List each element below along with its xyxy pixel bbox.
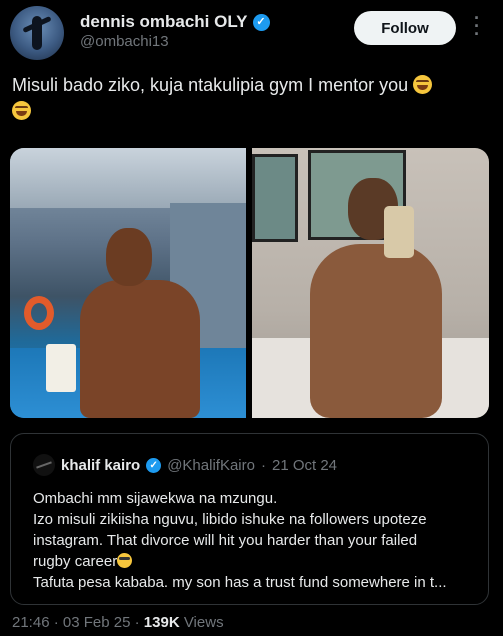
grinning-sweat-emoji-icon: [413, 75, 433, 94]
quoted-line: Izo misuli zikiisha nguvu, libido ishuke…: [33, 511, 427, 528]
photo-person-torso: [80, 280, 200, 418]
quoted-author-name: khalif kairo: [61, 456, 141, 474]
quoted-tweet-date: 21 Oct 24: [271, 456, 338, 474]
photo-roof: [10, 148, 246, 208]
post-time[interactable]: 21:46: [12, 614, 50, 631]
follow-button[interactable]: Follow: [354, 11, 456, 45]
author-display-name[interactable]: dennis ombachi OLY: [80, 12, 248, 32]
more-options-icon[interactable]: · · ·: [470, 9, 484, 43]
quoted-tweet-body: Ombachi mm sijawekwa na mzungu. Izo misu…: [33, 488, 483, 593]
quoted-line: Ombachi mm sijawekwa na mzungu.: [33, 490, 278, 507]
wall-frame: [252, 154, 298, 242]
tweet-header: dennis ombachi OLY ✓ @ombachi13 Follow ·…: [0, 0, 503, 68]
quoted-line: instagram. That divorce will hit you har…: [33, 532, 418, 549]
photo-cup: [46, 344, 76, 392]
verified-badge-icon: ✓: [252, 13, 270, 31]
photo-person-head: [106, 228, 152, 286]
author-handle[interactable]: @ombachi13: [80, 33, 169, 50]
sunglasses-emoji-icon: [117, 553, 133, 568]
quoted-line-with-emoji: rugby career: [33, 551, 483, 572]
quoted-author-handle: @KhalifKairo: [167, 456, 255, 474]
media-gallery: [10, 148, 489, 418]
quoted-tweet-header: khalif kairo ✓ @KhalifKairo · 21 Oct 24: [33, 454, 337, 476]
quoted-line: Tafuta pesa kababa. my son has a trust f…: [33, 574, 447, 591]
view-count: 139K: [143, 614, 180, 631]
meta-separator: ·: [134, 614, 140, 631]
quoted-tweet[interactable]: khalif kairo ✓ @KhalifKairo · 21 Oct 24 …: [10, 433, 489, 605]
grinning-sweat-emoji-icon: [12, 101, 31, 120]
author-name-row: dennis ombachi OLY ✓: [80, 12, 270, 32]
tweet-footer: 21:46 · 03 Feb 25 · 139K Views: [12, 614, 224, 631]
media-photo-pool[interactable]: [10, 148, 246, 418]
meta-separator: ·: [53, 614, 59, 631]
life-ring-shape: [24, 296, 54, 330]
quoted-author-avatar: [33, 454, 55, 476]
verified-badge-icon: ✓: [146, 457, 162, 473]
tweet-text-content: Misuli bado ziko, kuja ntakulipia gym I …: [12, 75, 409, 95]
author-avatar[interactable]: [10, 6, 64, 60]
photo-person-torso: [310, 244, 442, 418]
views-label: Views: [183, 614, 224, 631]
meta-separator: ·: [260, 456, 266, 474]
photo-phone: [384, 206, 414, 258]
tweet-text: Misuli bado ziko, kuja ntakulipia gym I …: [12, 72, 492, 124]
post-date[interactable]: 03 Feb 25: [63, 614, 131, 631]
media-photo-mirror-selfie[interactable]: [252, 148, 489, 418]
quoted-line: rugby career: [33, 553, 118, 570]
